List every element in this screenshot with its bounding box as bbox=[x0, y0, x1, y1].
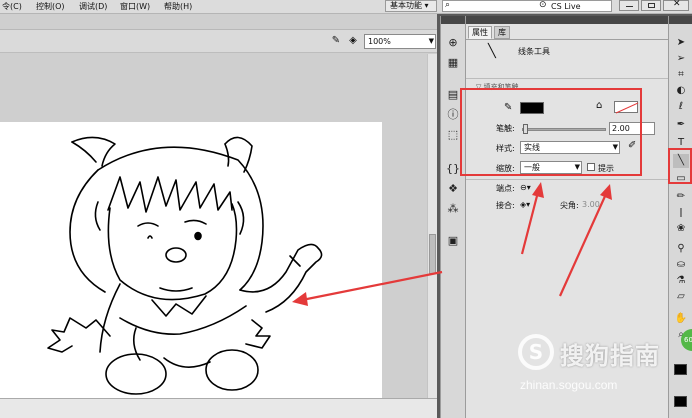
info-icon[interactable]: ⓘ bbox=[446, 108, 460, 122]
project-icon[interactable]: ▣ bbox=[446, 234, 460, 248]
tab-library[interactable]: 库 bbox=[494, 26, 510, 39]
3d-rotation-icon[interactable]: ◐ bbox=[673, 84, 689, 98]
tools-panel: ➤ ➢ ⌗ ◐ ℓ ✒ T ╲ ▭ ✏ ǀ ❀ ⚲ ⛀ ⚗ ▱ ✋ ⌕ bbox=[668, 16, 692, 418]
lasso-icon[interactable]: ℓ bbox=[673, 100, 689, 114]
stage-area: ✎ ◈ 100% ▼ bbox=[0, 14, 437, 410]
bone-icon[interactable]: ⚲ bbox=[673, 242, 689, 256]
menu-window[interactable]: 窗口(W) bbox=[120, 0, 150, 14]
eyedropper-icon[interactable]: ⚗ bbox=[673, 274, 689, 288]
annotation-highlight-box bbox=[460, 88, 642, 176]
zoom-value: 100% bbox=[368, 37, 391, 46]
selection-tool-icon[interactable]: ➤ bbox=[673, 36, 689, 50]
watermark-url: zhinan.sogou.com bbox=[520, 378, 618, 392]
swatches-icon[interactable]: ▤ bbox=[446, 88, 460, 102]
watermark-logo: S bbox=[518, 334, 554, 370]
components-icon[interactable]: ❖ bbox=[446, 182, 460, 196]
code-snippets-icon[interactable]: {} bbox=[446, 162, 460, 176]
free-transform-icon[interactable]: ⌗ bbox=[673, 68, 689, 82]
workspace-switcher[interactable]: 基本功能 ▾ bbox=[385, 0, 437, 12]
current-tool-name: 线条工具 bbox=[518, 47, 550, 56]
menu-bar: 令(C) 控制(O) 调试(D) 窗口(W) 帮助(H) 基本功能 ▾ ⌕ ⊙ … bbox=[0, 0, 692, 14]
annotation-tool-highlight bbox=[668, 148, 692, 184]
transform-icon[interactable]: ⊕ bbox=[446, 36, 460, 50]
menu-command[interactable]: 令(C) bbox=[2, 0, 22, 14]
close-icon: ✕ bbox=[673, 0, 681, 9]
stroke-color-chip[interactable] bbox=[674, 364, 687, 375]
toolbox-header[interactable] bbox=[669, 16, 692, 24]
movie-explorer-icon[interactable]: ⁂ bbox=[446, 202, 460, 216]
close-button[interactable]: ✕ bbox=[663, 0, 689, 11]
menu-help[interactable]: 帮助(H) bbox=[164, 0, 192, 14]
vertical-scroll-thumb[interactable] bbox=[429, 234, 436, 274]
menu-control[interactable]: 控制(O) bbox=[36, 0, 65, 14]
cartoon-drawing bbox=[47, 136, 323, 395]
pen-icon[interactable]: ✒ bbox=[673, 118, 689, 132]
subselection-tool-icon[interactable]: ➢ bbox=[673, 52, 689, 66]
minimize-icon bbox=[626, 6, 633, 7]
cap-round-icon[interactable]: ⊖▾ bbox=[520, 183, 531, 192]
miter-label: 尖角: bbox=[560, 201, 579, 210]
fill-color-chip[interactable] bbox=[674, 396, 687, 407]
tab-divider bbox=[466, 39, 668, 40]
cs-live-label[interactable]: CS Live bbox=[551, 1, 581, 12]
eraser-icon[interactable]: ▱ bbox=[673, 290, 689, 304]
cap-label: 端点: bbox=[496, 184, 515, 193]
watermark-text: 搜狗指南 bbox=[560, 342, 660, 370]
chevron-down-icon: ▼ bbox=[428, 37, 434, 45]
search-field[interactable]: ⌕ ⊙ CS Live bbox=[442, 0, 612, 12]
deco-icon[interactable]: ❀ bbox=[673, 222, 689, 236]
panel-header[interactable] bbox=[466, 16, 668, 24]
dock-header[interactable] bbox=[441, 16, 465, 24]
pencil-icon[interactable]: ✏ bbox=[673, 190, 689, 204]
divider bbox=[466, 78, 668, 79]
search-icon: ⌕ bbox=[445, 0, 451, 10]
zoom-select[interactable]: 100% ▼ bbox=[364, 34, 436, 49]
join-round-icon[interactable]: ◈▾ bbox=[520, 200, 530, 209]
line-tool-icon: ╲ bbox=[488, 44, 496, 59]
timeline-strip bbox=[0, 398, 437, 418]
stage-toolbar: ✎ ◈ 100% ▼ bbox=[0, 29, 437, 53]
motion-presets-icon[interactable]: ⬚ bbox=[446, 128, 460, 142]
hand-icon[interactable]: ✋ bbox=[673, 312, 689, 326]
menu-debug[interactable]: 调试(D) bbox=[79, 0, 107, 14]
divider bbox=[466, 179, 668, 180]
restore-button[interactable] bbox=[641, 0, 661, 11]
edit-scene-icon[interactable]: ◈ bbox=[347, 35, 359, 47]
miter-value[interactable]: 3.00 bbox=[582, 200, 600, 209]
join-label: 接合: bbox=[496, 201, 515, 210]
align-icon[interactable]: ▦ bbox=[446, 56, 460, 70]
minimize-button[interactable] bbox=[619, 0, 639, 11]
tab-properties[interactable]: 属性 bbox=[468, 26, 492, 39]
stage-canvas[interactable] bbox=[0, 122, 382, 410]
edit-symbols-icon[interactable]: ✎ bbox=[330, 35, 342, 47]
cs-live-icon: ⊙ bbox=[539, 0, 547, 10]
vertical-scrollbar[interactable] bbox=[427, 54, 437, 406]
panel-icon-dock: ⊕ ▦ ▤ ⓘ ⬚ {} ❖ ⁂ ▣ bbox=[440, 16, 466, 418]
brush-icon[interactable]: ǀ bbox=[673, 206, 689, 220]
paint-bucket-icon[interactable]: ⛀ bbox=[673, 258, 689, 272]
restore-icon bbox=[648, 3, 655, 8]
flash-window: 令(C) 控制(O) 调试(D) 窗口(W) 帮助(H) 基本功能 ▾ ⌕ ⊙ … bbox=[0, 0, 692, 418]
